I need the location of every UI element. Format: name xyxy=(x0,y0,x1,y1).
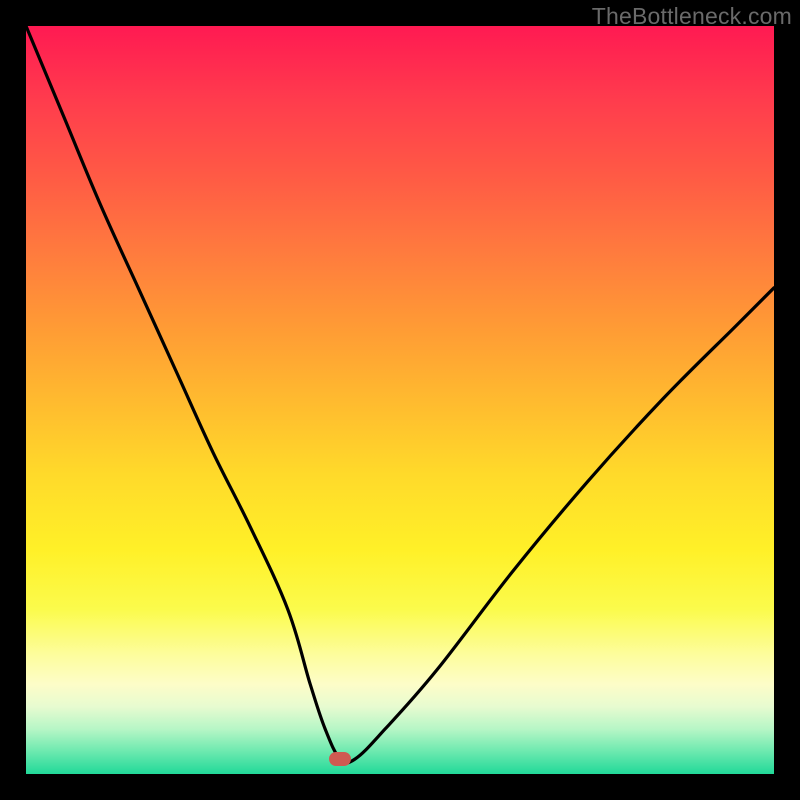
curve-path xyxy=(26,26,774,763)
bottleneck-curve xyxy=(26,26,774,774)
chart-frame: TheBottleneck.com xyxy=(0,0,800,800)
chart-plot-area xyxy=(26,26,774,774)
watermark-text: TheBottleneck.com xyxy=(592,3,792,30)
optimum-marker xyxy=(329,752,351,766)
